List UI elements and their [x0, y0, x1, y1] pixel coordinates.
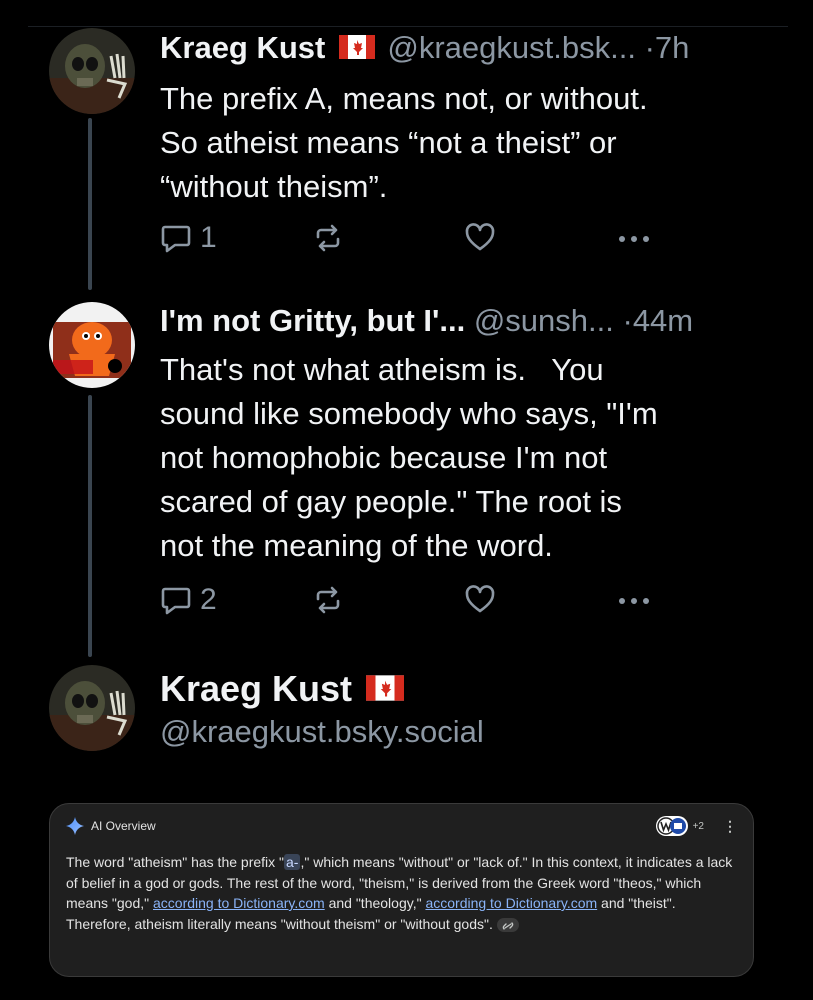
profile-name[interactable]: Kraeg Kust [160, 668, 416, 710]
avatar[interactable] [49, 302, 135, 388]
skull-avatar-image [49, 665, 135, 751]
post-header: Kraeg Kust @kraegkust.bsk... ·7h [160, 30, 689, 66]
profile-handle[interactable]: @kraegkust.bsky.social [160, 714, 484, 750]
canada-flag-icon [339, 34, 376, 59]
more-options-button[interactable] [614, 582, 654, 618]
sources-badge[interactable]: +2 ⋮ [655, 816, 737, 836]
like-icon [465, 585, 495, 613]
sources-more-count: +2 [692, 820, 704, 832]
like-button[interactable] [464, 220, 496, 256]
gritty-avatar-image [49, 302, 135, 388]
like-button[interactable] [464, 582, 496, 618]
reply-button[interactable]: 1 [160, 220, 217, 256]
ai-overview-card: AI Overview +2 ⋮ The word "atheism" has … [49, 803, 754, 977]
ai-overview-label: AI Overview [91, 819, 156, 833]
thread-line [88, 118, 92, 290]
repost-icon [316, 586, 340, 614]
author-name[interactable]: Kraeg Kust [160, 668, 352, 709]
highlighted-prefix: a- [284, 854, 301, 870]
ai-overview-header: AI Overview [66, 817, 156, 835]
post-actions: 2 [160, 582, 660, 618]
post-text: The prefix A, means not, or without. So … [160, 81, 648, 204]
reply-button[interactable]: 2 [160, 582, 217, 618]
kebab-menu-icon[interactable]: ⋮ [723, 818, 737, 835]
ai-text-part: The word "atheism" has the prefix " [66, 854, 285, 870]
avatar[interactable] [49, 665, 135, 751]
source-link[interactable]: according to Dictionary.com [153, 895, 325, 911]
author-name[interactable]: I'm not Gritty, but I'... [160, 303, 465, 338]
like-icon [465, 223, 495, 251]
source-icons [655, 816, 688, 836]
ai-text-part: and "theology," [324, 895, 426, 911]
author-name[interactable]: Kraeg Kust [160, 30, 325, 65]
post-time[interactable]: 7h [655, 30, 689, 65]
post-text: That's not what atheism is. You sound li… [160, 352, 658, 563]
post-header: I'm not Gritty, but I'... @sunsh... ·44m [160, 303, 693, 339]
ai-overview-text: The word "atheism" has the prefix " a- ," … [66, 852, 741, 934]
more-icon [619, 598, 649, 604]
thread-line [88, 395, 92, 657]
avatar[interactable] [49, 28, 135, 114]
source-link[interactable]: according to Dictionary.com [425, 895, 597, 911]
author-handle[interactable]: @kraegkust.bsk... [387, 30, 636, 65]
author-handle[interactable]: @sunsh... [474, 303, 614, 338]
top-divider [28, 26, 788, 27]
separator-dot: · [644, 30, 655, 65]
link-chip[interactable] [496, 917, 519, 932]
repost-button[interactable] [312, 582, 344, 618]
more-icon [619, 236, 649, 242]
post-time[interactable]: 44m [633, 303, 693, 338]
link-icon [502, 922, 514, 930]
reply-count: 1 [200, 221, 217, 254]
source-favicons-icon [656, 817, 686, 835]
repost-button[interactable] [312, 220, 344, 256]
repost-icon [316, 224, 340, 252]
reply-icon [161, 587, 191, 615]
separator-dot: · [622, 303, 633, 338]
more-options-button[interactable] [614, 220, 654, 256]
canada-flag-icon [366, 675, 405, 702]
reply-count: 2 [200, 583, 217, 616]
post-actions: 1 [160, 220, 660, 256]
reply-icon [161, 225, 191, 253]
skull-avatar-image [49, 28, 135, 114]
sparkle-icon [66, 817, 84, 835]
